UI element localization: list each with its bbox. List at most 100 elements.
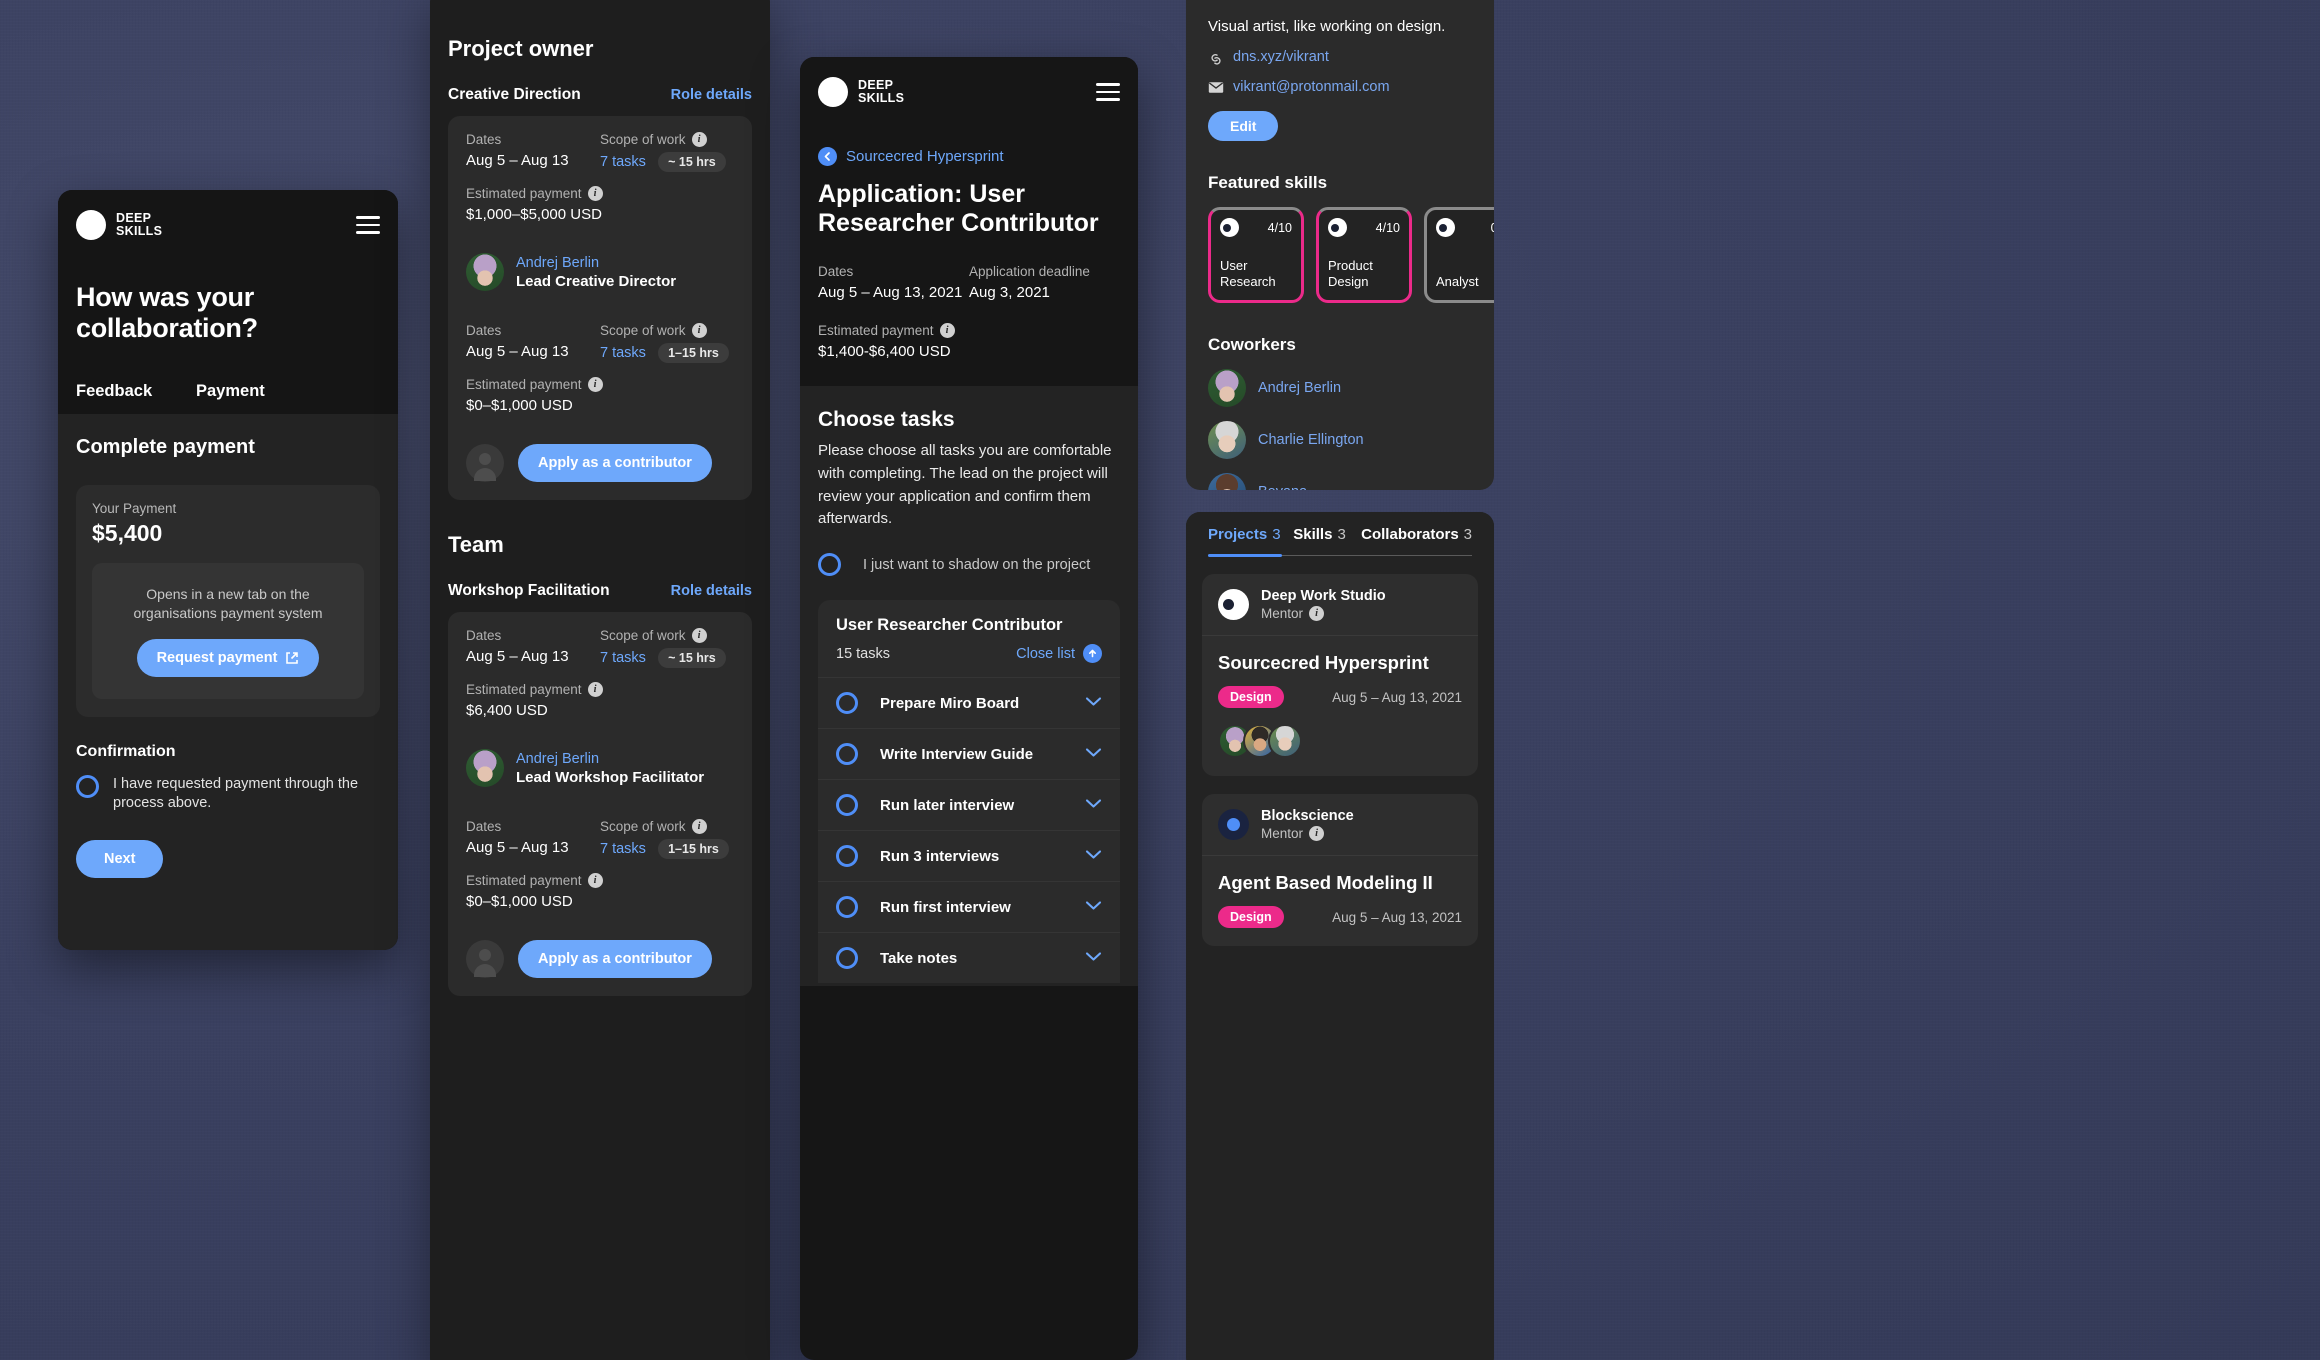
chevron-down-icon[interactable]	[1085, 898, 1102, 916]
role-name: Creative Direction	[448, 86, 581, 103]
your-payment-value: $5,400	[92, 520, 163, 546]
coworker-name[interactable]: Boyana	[1258, 484, 1307, 490]
project-card[interactable]: Deep Work Studio Mentor i Sourcecred Hyp…	[1202, 574, 1478, 776]
task-radio[interactable]	[836, 794, 858, 817]
project-tag: Design	[1218, 906, 1284, 928]
coworker-row[interactable]: Charlie Ellington	[1208, 421, 1472, 459]
task-radio[interactable]	[836, 692, 858, 715]
next-button[interactable]: Next	[76, 839, 164, 878]
task-name: Take notes	[880, 949, 958, 967]
dates-column: Dates Aug 5 – Aug 13	[466, 628, 600, 668]
shadow-option-row[interactable]: I just want to shadow on the project	[818, 553, 1120, 596]
task-name: Write Interview Guide	[880, 745, 1034, 763]
lead-person-row[interactable]: Andrej Berlin Lead Workshop Facilitator	[448, 735, 752, 803]
confirmation-row[interactable]: I have requested payment through the pro…	[76, 774, 380, 814]
tab-projects[interactable]: Projects 3	[1208, 512, 1293, 555]
confirmation-radio[interactable]	[76, 774, 99, 798]
tasks-link[interactable]: 7 tasks	[600, 154, 646, 170]
menu-icon[interactable]	[1096, 83, 1120, 101]
info-icon[interactable]: i	[691, 323, 707, 338]
skill-card-top: 4/10	[1220, 218, 1292, 237]
person-name[interactable]: Andrej Berlin	[516, 255, 676, 271]
apply-as-contributor-button[interactable]: Apply as a contributor	[518, 444, 712, 482]
brand-line-2: SKILLS	[858, 91, 905, 105]
task-radio[interactable]	[836, 896, 858, 919]
chevron-down-icon[interactable]	[1085, 847, 1102, 865]
task-radio[interactable]	[836, 845, 858, 868]
lead-person-row[interactable]: Andrej Berlin Lead Creative Director	[448, 239, 752, 307]
tasks-link[interactable]: 7 tasks	[600, 650, 646, 666]
info-icon[interactable]: i	[1309, 606, 1325, 621]
profile-website-row[interactable]: dns.xyz/vikrant	[1208, 49, 1472, 65]
task-radio[interactable]	[836, 743, 858, 766]
dates-column: Dates Aug 5 – Aug 13	[466, 132, 600, 172]
payment-card-header: DEEP SKILLS How was your collaboration? …	[58, 190, 398, 446]
request-payment-button[interactable]: Request payment	[136, 638, 320, 677]
task-row[interactable]: Take notes	[818, 932, 1120, 983]
brand-logo[interactable]: DEEP SKILLS	[818, 77, 1120, 107]
task-radio[interactable]	[836, 947, 858, 970]
tasks-link[interactable]: 7 tasks	[600, 841, 646, 857]
payment-label-text: Estimated payment	[466, 682, 582, 697]
info-icon[interactable]: i	[587, 682, 603, 697]
payment-value: $0–$1,000 USD	[466, 893, 573, 910]
chevron-down-icon[interactable]	[1085, 745, 1102, 763]
info-icon[interactable]: i	[691, 628, 707, 643]
apply-as-contributor-button[interactable]: Apply as a contributor	[518, 940, 712, 978]
coworker-row[interactable]: Boyana	[1208, 473, 1472, 490]
chevron-down-icon[interactable]	[1085, 694, 1102, 712]
scope-label-text: Scope of work	[600, 628, 686, 643]
payment-action-box: Opens in a new tab on the organisations …	[92, 563, 364, 699]
role-card-workshop-facilitation: Dates Aug 5 – Aug 13 Scope of work i 7 t…	[448, 612, 752, 996]
role-details-link[interactable]: Role details	[671, 87, 752, 103]
task-row[interactable]: Run later interview	[818, 779, 1120, 830]
person-name[interactable]: Andrej Berlin	[516, 751, 704, 767]
chevron-down-icon[interactable]	[1085, 949, 1102, 967]
payment-value: $0–$1,000 USD	[466, 397, 573, 414]
tab-skills[interactable]: Skills 3	[1293, 512, 1361, 555]
info-icon[interactable]: i	[587, 377, 603, 392]
hours-pill: 1–15 hrs	[658, 343, 729, 363]
hours-pill: ~ 15 hrs	[658, 152, 726, 172]
scope-column: Scope of work i 7 tasks 1–15 hrs	[600, 323, 734, 363]
skill-card-analyst[interactable]: 0/1 Analyst	[1424, 207, 1494, 303]
skill-card-product-design[interactable]: 4/10 Product Design	[1316, 207, 1412, 303]
payment-label-text: Estimated payment	[466, 377, 582, 392]
task-count: 15 tasks	[836, 645, 890, 662]
deadline-value: Aug 3, 2021	[969, 284, 1050, 301]
chevron-down-icon[interactable]	[1085, 796, 1102, 814]
back-link[interactable]: Sourcecred Hypersprint	[818, 147, 1120, 166]
shadow-radio[interactable]	[818, 553, 841, 577]
avatar	[1208, 473, 1246, 490]
profile-email-link[interactable]: vikrant@protonmail.com	[1233, 79, 1390, 95]
info-icon[interactable]: i	[587, 186, 603, 201]
estimated-payment-group: Estimated payment i $1,000–$5,000 USD	[466, 186, 734, 223]
project-card[interactable]: Blockscience Mentor i Agent Based Modeli…	[1202, 794, 1478, 946]
brand-logo[interactable]: DEEP SKILLS	[76, 210, 380, 240]
role-details-link[interactable]: Role details	[671, 583, 752, 599]
coworker-name[interactable]: Charlie Ellington	[1258, 432, 1364, 448]
coworker-row[interactable]: Andrej Berlin	[1208, 369, 1472, 407]
info-icon[interactable]: i	[587, 873, 603, 888]
info-icon[interactable]: i	[691, 819, 707, 834]
dates-label: Dates	[466, 323, 502, 338]
skill-card-user-research[interactable]: 4/10 User Research	[1208, 207, 1304, 303]
profile-website-link[interactable]: dns.xyz/vikrant	[1233, 49, 1329, 65]
info-icon[interactable]: i	[691, 132, 707, 147]
link-icon	[1211, 53, 1221, 65]
task-row[interactable]: Prepare Miro Board	[818, 677, 1120, 728]
role-block: Dates Aug 5 – Aug 13 Scope of work i 7 t…	[448, 116, 752, 239]
profile-email-row[interactable]: vikrant@protonmail.com	[1208, 79, 1472, 95]
coworker-name[interactable]: Andrej Berlin	[1258, 380, 1341, 396]
tab-collaborators[interactable]: Collaborators 3	[1361, 512, 1472, 555]
task-row[interactable]: Run 3 interviews	[818, 830, 1120, 881]
info-icon[interactable]: i	[1309, 826, 1325, 841]
task-row[interactable]: Run first interview	[818, 881, 1120, 932]
info-icon[interactable]: i	[939, 323, 955, 338]
close-list-label: Close list	[1016, 645, 1075, 662]
edit-profile-button[interactable]: Edit	[1208, 111, 1279, 141]
task-row[interactable]: Write Interview Guide	[818, 728, 1120, 779]
tasks-link[interactable]: 7 tasks	[600, 345, 646, 361]
close-list-button[interactable]: Close list	[1016, 644, 1102, 664]
menu-icon[interactable]	[356, 216, 380, 234]
